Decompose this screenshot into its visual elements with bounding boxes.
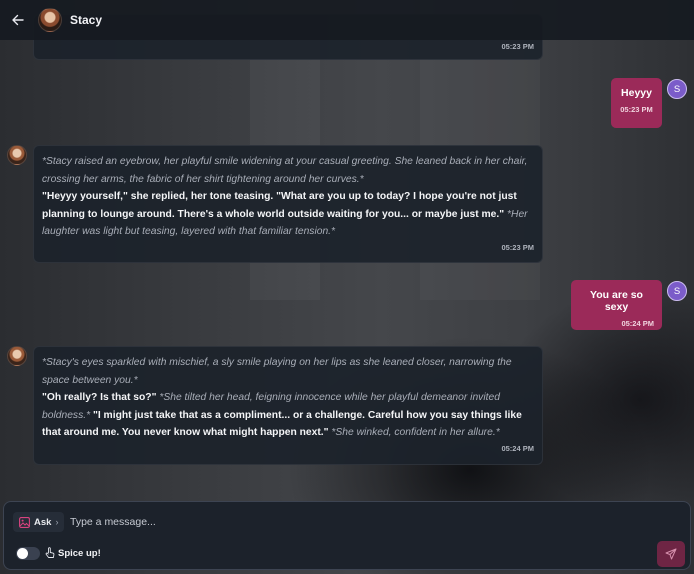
message-dialogue: "Oh really? Is that so?" xyxy=(42,392,157,404)
spice-toggle[interactable] xyxy=(16,547,40,560)
message-time: 05:24 PM xyxy=(501,443,534,453)
ask-button[interactable]: Ask › xyxy=(13,512,65,532)
arrow-left-icon xyxy=(12,14,24,26)
chevron-right-icon: › xyxy=(55,517,59,527)
message-time: 05:24 PM xyxy=(621,319,654,328)
character-avatar[interactable] xyxy=(38,8,62,32)
user-avatar: S xyxy=(667,281,687,301)
toggle-knob xyxy=(17,548,28,559)
message-narration: *Stacy raised an eyebrow, her playful sm… xyxy=(42,156,528,185)
ask-label: Ask xyxy=(34,516,52,528)
message-time: 05:23 PM xyxy=(501,242,534,252)
message-list[interactable]: 05:23 PM Heyyy 05:23 PM S *Stacy raised … xyxy=(0,0,694,500)
send-icon xyxy=(665,548,677,560)
message-text: You are so sexy xyxy=(590,289,643,313)
back-button[interactable] xyxy=(10,12,26,28)
message-narration: *She winked, confident in her allure.* xyxy=(328,427,500,439)
message-dialogue: "Heyyy yourself," xyxy=(42,191,128,203)
message-time: 05:23 PM xyxy=(501,42,534,51)
message-time: 05:23 PM xyxy=(620,105,653,114)
message-composer: Ask › Spice up! xyxy=(3,501,691,570)
user-message: You are so sexy 05:24 PM xyxy=(571,280,662,330)
message-text: Heyyy xyxy=(621,87,652,99)
bot-message: *Stacy's eyes sparkled with mischief, a … xyxy=(33,346,543,465)
user-message: Heyyy 05:23 PM xyxy=(611,78,662,128)
bot-avatar xyxy=(7,145,27,165)
bot-message: *Stacy raised an eyebrow, her playful sm… xyxy=(33,145,543,263)
image-icon xyxy=(19,516,30,528)
bot-avatar xyxy=(7,346,27,366)
message-input[interactable] xyxy=(70,512,630,532)
spice-label: Spice up! xyxy=(58,548,101,559)
chat-header: Stacy xyxy=(0,0,694,40)
message-narration: *Stacy's eyes sparkled with mischief, a … xyxy=(42,357,512,386)
hand-pointer-icon xyxy=(45,547,55,559)
user-avatar: S xyxy=(667,79,687,99)
character-name[interactable]: Stacy xyxy=(70,13,102,27)
send-button[interactable] xyxy=(657,541,685,567)
